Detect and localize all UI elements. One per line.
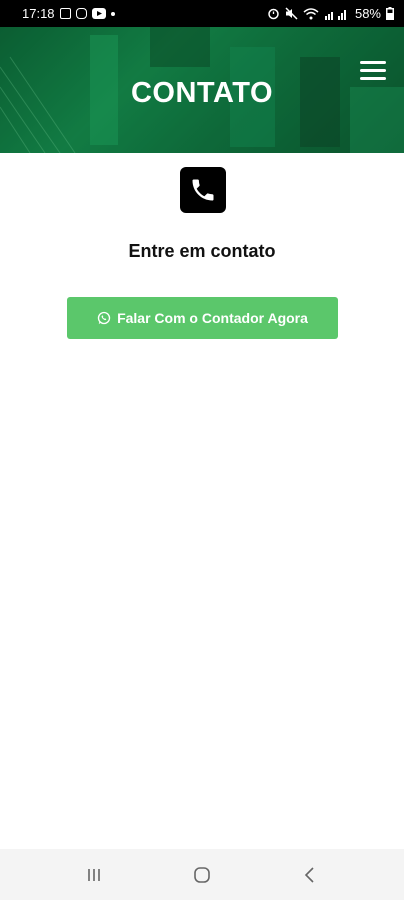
home-icon[interactable] [182, 855, 222, 895]
status-bar: 17:18 58% [0, 0, 404, 27]
alarm-icon [267, 7, 280, 20]
youtube-icon [91, 8, 106, 19]
status-left: 17:18 [22, 6, 115, 21]
page-title: CONTATO [130, 77, 274, 109]
contact-heading: Entre em contato [128, 241, 276, 261]
battery-icon [386, 7, 394, 20]
hamburger-icon[interactable] [360, 59, 386, 83]
instagram-icon [75, 8, 87, 19]
recent-apps-icon[interactable] [74, 855, 114, 895]
cta-label: Falar Com o Contador Agora [117, 310, 308, 326]
phone-icon [180, 167, 226, 213]
back-icon[interactable] [290, 855, 330, 895]
system-nav-bar [0, 849, 404, 900]
talk-to-accountant-button[interactable]: Falar Com o Contador Agora [67, 297, 338, 339]
whatsapp-icon [97, 311, 111, 325]
status-time: 17:18 [22, 6, 55, 21]
gallery-icon [59, 8, 71, 19]
page-header: CONTATO [0, 27, 404, 153]
dot-icon [110, 11, 115, 16]
wifi-icon [303, 7, 319, 20]
signal-icon [324, 8, 350, 20]
status-right: 58% [267, 6, 394, 21]
battery-percent: 58% [354, 6, 381, 21]
mute-icon [285, 7, 298, 20]
